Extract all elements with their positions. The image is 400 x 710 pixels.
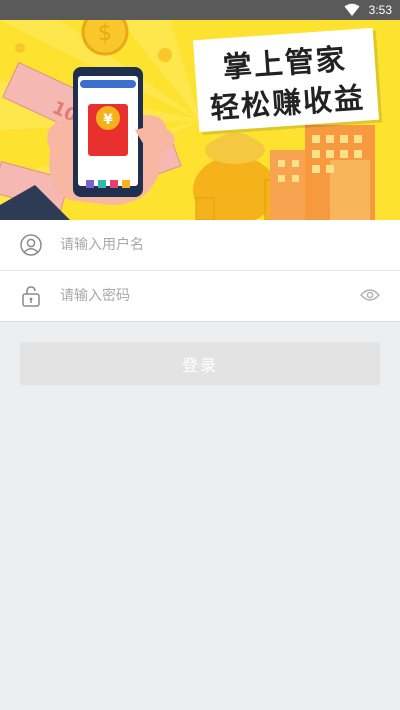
username-input[interactable]: [60, 230, 340, 260]
status-time: 3:53: [368, 3, 392, 17]
password-input[interactable]: [60, 281, 340, 311]
slogan-card: 掌上管家 轻松赚收益: [193, 27, 379, 133]
login-button[interactable]: 登录: [20, 342, 380, 385]
status-bar: 3:53: [0, 0, 400, 20]
promo-banner[interactable]: $ 100 ¥ 掌上管家 轻松赚收益: [0, 20, 400, 220]
password-row: [0, 271, 400, 322]
yuan-sign: ¥: [103, 112, 113, 128]
eye-icon[interactable]: [360, 288, 380, 302]
user-icon: [20, 234, 42, 256]
wifi-icon: [344, 3, 360, 16]
lock-icon: [22, 286, 40, 307]
username-row: [0, 220, 400, 271]
dollar-sign: $: [98, 21, 112, 46]
